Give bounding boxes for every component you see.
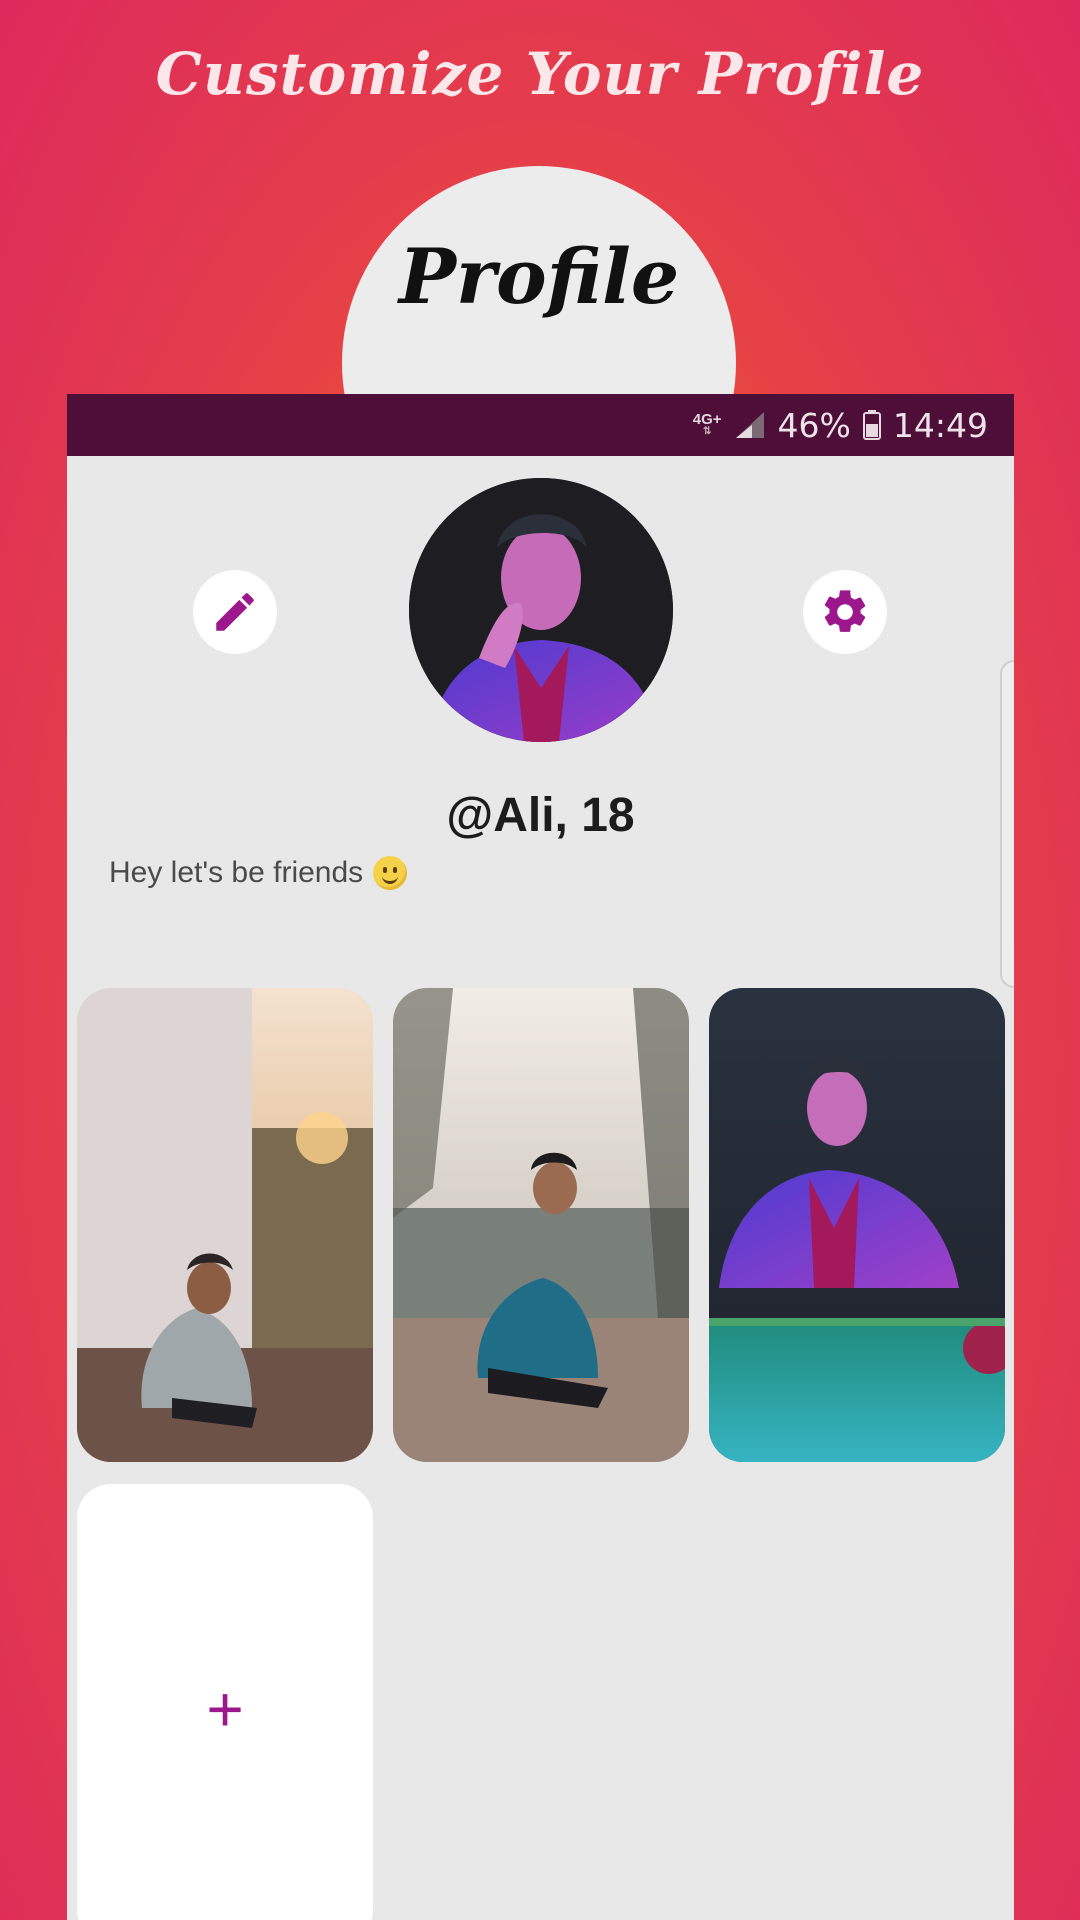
bio-text: Hey let's be friends [109, 856, 364, 889]
clock: 14:49 [892, 405, 988, 445]
side-panel-edge[interactable] [1000, 660, 1014, 988]
bio: Hey let's be friends [109, 856, 408, 890]
settings-button[interactable] [803, 570, 887, 654]
plus-icon: + [206, 1673, 244, 1745]
pencil-icon [216, 593, 254, 631]
status-bar: 4G+ ⇅ 46% 14:49 [67, 394, 1014, 456]
add-photo-button[interactable]: + [77, 1484, 373, 1920]
avatar[interactable] [409, 478, 673, 742]
photo-2 [393, 988, 689, 1462]
avatar-photo [409, 478, 673, 742]
username-age: @Ali, 18 [446, 789, 635, 842]
phone-screen: 4G+ ⇅ 46% 14:49 @Ali, 18 Hey let's be fr… [67, 394, 1014, 1920]
network-indicator: 4G+ ⇅ [693, 412, 722, 437]
battery-percent: 46% [777, 405, 851, 445]
photo-1 [77, 988, 373, 1462]
photo-tile-2[interactable] [393, 988, 689, 1462]
smiley-emoji-icon [373, 856, 408, 890]
signal-icon [735, 412, 764, 438]
profile-tab-label: Profile [398, 232, 680, 321]
data-arrows-icon: ⇅ [702, 426, 712, 437]
photo-tile-1[interactable] [77, 988, 373, 1462]
photo-3 [709, 988, 1005, 1462]
battery-icon [862, 410, 881, 440]
edit-profile-button[interactable] [193, 570, 277, 654]
gear-icon [824, 590, 866, 632]
status-indicators: 4G+ ⇅ 46% 14:49 [693, 404, 988, 446]
photo-tile-3[interactable] [709, 988, 1005, 1462]
promo-title: Customize Your Profile [155, 40, 925, 108]
